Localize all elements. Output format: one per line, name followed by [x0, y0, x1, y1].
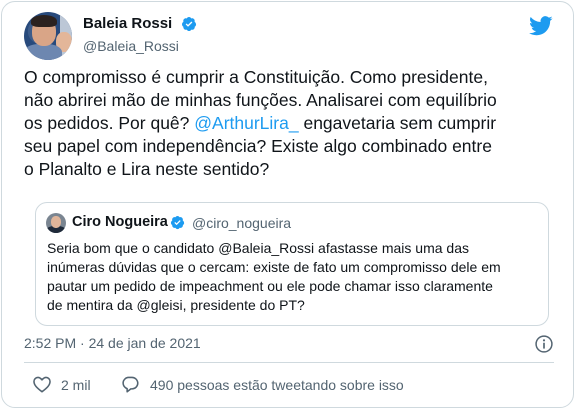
- tweet-text: O compromisso é cumprir a Constituição. …: [24, 66, 554, 181]
- info-icon[interactable]: [534, 334, 554, 354]
- tweet-timestamp[interactable]: 2:52 PM · 24 de jan de 2021: [24, 335, 201, 351]
- author-avatar[interactable]: [24, 12, 72, 60]
- quoted-author-handle[interactable]: @ciro_nogueira: [192, 215, 291, 231]
- quoted-text-line: pautar um pedido de impeachment ou ele p…: [47, 278, 493, 294]
- quoted-tweet-text: Seria bom que o candidato @Baleia_Rossi …: [47, 239, 542, 315]
- tweet-text-line: seu papel com independência? Existe algo…: [24, 136, 492, 156]
- tweet-text-line: os pedidos. Por quê? @ArthurLira_ engave…: [24, 113, 497, 133]
- author-handle[interactable]: @Baleia_Rossi: [83, 38, 179, 54]
- reply-icon[interactable]: [120, 375, 140, 393]
- verified-badge-icon: [182, 17, 197, 32]
- quoted-text-line: inúmeras dúvidas que o cercam: existe de…: [47, 259, 501, 275]
- quoted-text-line: de mentira da @gleisi, presidente do PT?: [47, 297, 305, 313]
- author-name[interactable]: Baleia Rossi: [83, 15, 172, 32]
- twitter-bird-icon[interactable]: [529, 16, 553, 36]
- tweet-text-line: não abrirei mão de minhas funções. Anali…: [24, 90, 497, 110]
- tweet-text-line: O compromisso é cumprir a Constituição. …: [24, 67, 488, 87]
- mention-link[interactable]: @ArthurLira_: [194, 113, 298, 133]
- like-count[interactable]: 2 mil: [61, 377, 91, 393]
- quoted-text-line: Seria bom que o candidato @Baleia_Rossi …: [47, 240, 469, 256]
- verified-badge-icon: [170, 215, 185, 230]
- conversation-count[interactable]: 490 pessoas estão tweetando sobre isso: [150, 377, 404, 393]
- tweet-card: Baleia Rossi @Baleia_Rossi O compromisso…: [1, 1, 574, 408]
- divider: [24, 362, 554, 363]
- heart-icon[interactable]: [32, 375, 52, 393]
- quoted-tweet[interactable]: Ciro Nogueira @ciro_nogueira Seria bom q…: [35, 202, 549, 326]
- quoted-author-avatar[interactable]: [46, 213, 66, 233]
- tweet-text-line: o Planalto e Lira neste sentido?: [24, 159, 270, 179]
- quoted-author-name[interactable]: Ciro Nogueira: [72, 214, 168, 230]
